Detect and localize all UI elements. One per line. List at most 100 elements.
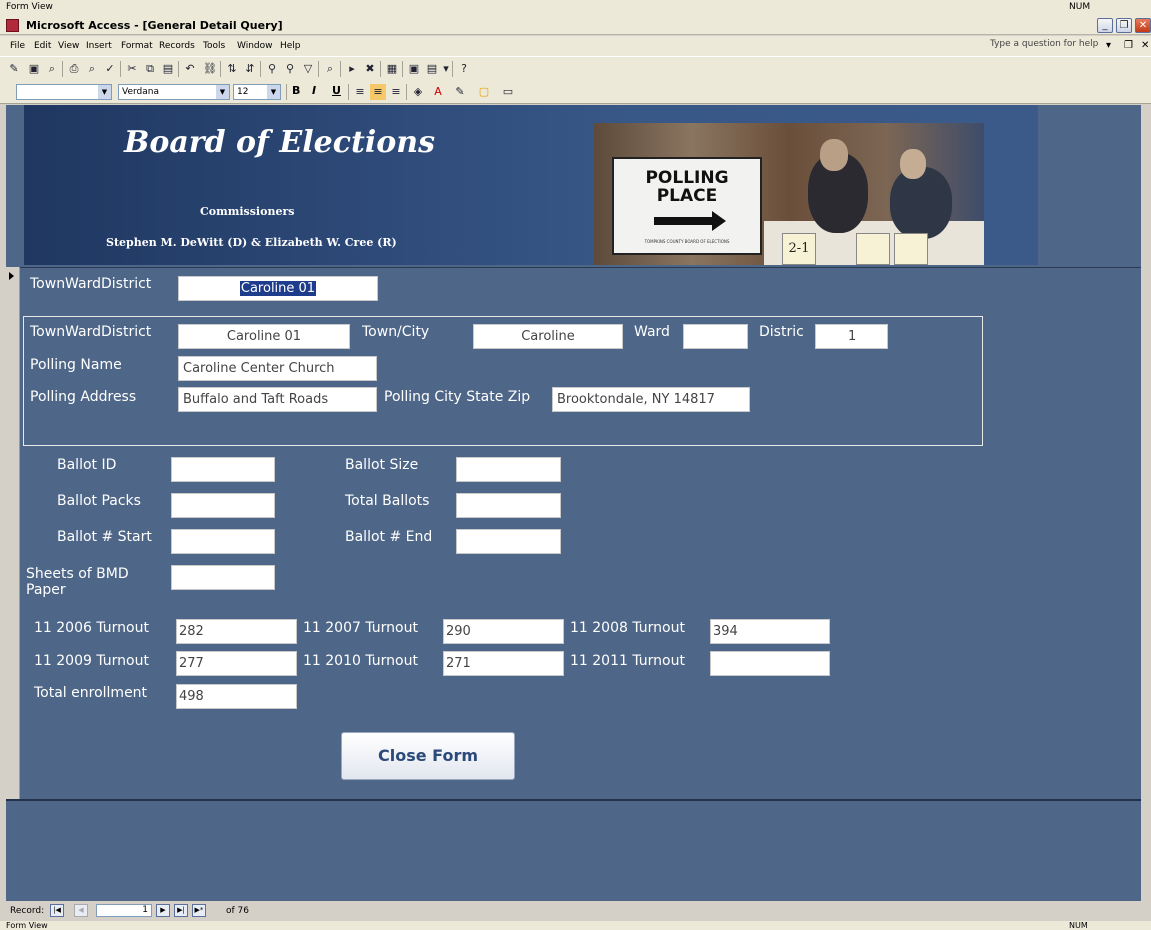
- turnout-2006-label: 11 2006 Turnout: [34, 620, 149, 636]
- total-ballots-field[interactable]: [456, 493, 561, 518]
- print-icon[interactable]: ⎙: [66, 61, 82, 77]
- menu-insert[interactable]: Insert: [86, 41, 112, 51]
- ballot-end-field[interactable]: [456, 529, 561, 554]
- turnout-2010-field[interactable]: 271: [443, 651, 564, 676]
- menu-records[interactable]: Records: [159, 41, 195, 51]
- ballot-size-field[interactable]: [456, 457, 561, 482]
- current-record-icon: [9, 272, 14, 280]
- print-preview-icon[interactable]: ⌕: [84, 61, 100, 77]
- polling-address-label: Polling Address: [30, 389, 137, 405]
- font-size-value: 12: [237, 87, 249, 97]
- turnout-2008-field[interactable]: 394: [710, 619, 830, 644]
- save-icon[interactable]: ▣: [26, 61, 42, 77]
- font-color-icon[interactable]: A: [430, 84, 446, 100]
- underline-button[interactable]: U: [332, 84, 341, 97]
- polling-place-photo: POLLING PLACE TOMPKINS COUNTY BOARD OF E…: [594, 123, 984, 265]
- total-enrollment-field[interactable]: 498: [176, 684, 297, 709]
- bold-button[interactable]: B: [292, 84, 300, 97]
- polling-csz-label: Polling City State Zip: [384, 389, 531, 405]
- record-selector[interactable]: [6, 267, 20, 800]
- first-record-button[interactable]: |◀: [50, 904, 64, 917]
- cut-icon[interactable]: ✂: [124, 61, 140, 77]
- file-search-icon[interactable]: ⌕: [44, 61, 60, 77]
- menu-tools[interactable]: Tools: [203, 41, 225, 51]
- filter-by-form-icon[interactable]: ⚲: [282, 61, 298, 77]
- new-record-button[interactable]: ▶*: [192, 904, 206, 917]
- fill-color-icon[interactable]: ◈: [410, 84, 426, 100]
- help-dropdown-icon[interactable]: ▾: [1106, 40, 1111, 51]
- sign-text: POLLING PLACE: [645, 168, 729, 206]
- align-right-icon[interactable]: ≡: [388, 84, 404, 100]
- chevron-down-icon: ▼: [216, 85, 229, 99]
- record-number-input[interactable]: 1: [96, 904, 152, 917]
- last-record-button[interactable]: ▶|: [174, 904, 188, 917]
- align-left-icon[interactable]: ≡: [352, 84, 368, 100]
- standard-toolbar: ✎ ▣ ⌕ ⎙ ⌕ ✓ ✂ ⧉ ▤ ↶ ⛓ ⇅ ⇵ ⚲ ⚲ ▽ ⌕ ▸ ✖ ▦ …: [0, 56, 1151, 80]
- ballot-id-field[interactable]: [171, 457, 275, 482]
- new-record-icon[interactable]: ▸: [344, 61, 360, 77]
- ward-field[interactable]: [683, 324, 748, 349]
- menu-window[interactable]: Window: [237, 41, 273, 51]
- record-label: Record:: [10, 906, 45, 916]
- filter-by-selection-icon[interactable]: ⚲: [264, 61, 280, 77]
- paste-icon[interactable]: ▤: [160, 61, 176, 77]
- ward-label: Ward: [634, 324, 670, 340]
- menu-bar: File Edit View Insert Format Records Too…: [0, 36, 1151, 56]
- polling-address-field[interactable]: Buffalo and Taft Roads: [178, 387, 377, 412]
- help-icon[interactable]: ?: [456, 61, 472, 77]
- close-window-button[interactable]: ✕: [1135, 18, 1151, 33]
- sort-descending-icon[interactable]: ⇵: [242, 61, 258, 77]
- sign-subtext: TOMPKINS COUNTY BOARD OF ELECTIONS: [644, 239, 730, 244]
- apply-filter-icon[interactable]: ▽: [300, 61, 316, 77]
- font-combo-value: Verdana: [122, 87, 159, 97]
- hyperlink-icon[interactable]: ⛓: [202, 61, 218, 77]
- next-record-button[interactable]: ▶: [156, 904, 170, 917]
- object-combo[interactable]: ▼: [16, 84, 112, 100]
- turnout-2006-field[interactable]: 282: [176, 619, 297, 644]
- menu-view[interactable]: View: [58, 41, 79, 51]
- twd-detail-field[interactable]: Caroline 01: [178, 324, 350, 349]
- ballot-packs-field[interactable]: [171, 493, 275, 518]
- font-size-combo[interactable]: 12 ▼: [233, 84, 281, 100]
- help-search-input[interactable]: Type a question for help: [990, 39, 1102, 53]
- restore-child-icon[interactable]: ❐: [1124, 40, 1133, 51]
- town-city-field[interactable]: Caroline: [473, 324, 623, 349]
- bottom-status-num: NUM: [1069, 921, 1088, 930]
- database-window-icon[interactable]: ▣: [406, 61, 422, 77]
- italic-button[interactable]: I: [312, 84, 316, 97]
- vertical-scrollbar[interactable]: [1141, 105, 1151, 901]
- polling-name-field[interactable]: Caroline Center Church: [178, 356, 377, 381]
- previous-record-button[interactable]: ◀: [74, 904, 88, 917]
- restore-button[interactable]: ❐: [1116, 18, 1132, 33]
- close-child-icon[interactable]: ✕: [1141, 40, 1149, 51]
- sort-ascending-icon[interactable]: ⇅: [224, 61, 240, 77]
- total-enrollment-label: Total enrollment: [34, 685, 148, 701]
- spelling-icon[interactable]: ✓: [102, 61, 118, 77]
- turnout-2011-field[interactable]: [710, 651, 830, 676]
- polling-csz-field[interactable]: Brooktondale, NY 14817: [552, 387, 750, 412]
- special-effect-icon[interactable]: ▭: [500, 84, 516, 100]
- ballot-start-field[interactable]: [171, 529, 275, 554]
- bmd-paper-field[interactable]: [171, 565, 275, 590]
- align-center-icon[interactable]: ≡: [370, 84, 386, 100]
- turnout-2007-field[interactable]: 290: [443, 619, 564, 644]
- district-field[interactable]: 1: [815, 324, 888, 349]
- border-width-icon[interactable]: ▢: [476, 84, 492, 100]
- font-combo[interactable]: Verdana ▼: [118, 84, 230, 100]
- minimize-button[interactable]: _: [1097, 18, 1113, 33]
- menu-format[interactable]: Format: [121, 41, 153, 51]
- menu-help[interactable]: Help: [280, 41, 301, 51]
- copy-icon[interactable]: ⧉: [142, 61, 158, 77]
- undo-icon[interactable]: ↶: [182, 61, 198, 77]
- turnout-2009-field[interactable]: 277: [176, 651, 297, 676]
- twd-search-field[interactable]: Caroline 01: [178, 276, 378, 301]
- access-app-icon[interactable]: [6, 19, 19, 32]
- view-icon[interactable]: ✎: [6, 61, 22, 77]
- close-form-button[interactable]: Close Form: [341, 732, 515, 780]
- find-icon[interactable]: ⌕: [322, 61, 338, 77]
- line-color-icon[interactable]: ✎: [452, 84, 468, 100]
- delete-record-icon[interactable]: ✖: [362, 61, 378, 77]
- properties-icon[interactable]: ▦: [384, 61, 400, 77]
- menu-file[interactable]: File: [10, 41, 25, 51]
- menu-edit[interactable]: Edit: [34, 41, 51, 51]
